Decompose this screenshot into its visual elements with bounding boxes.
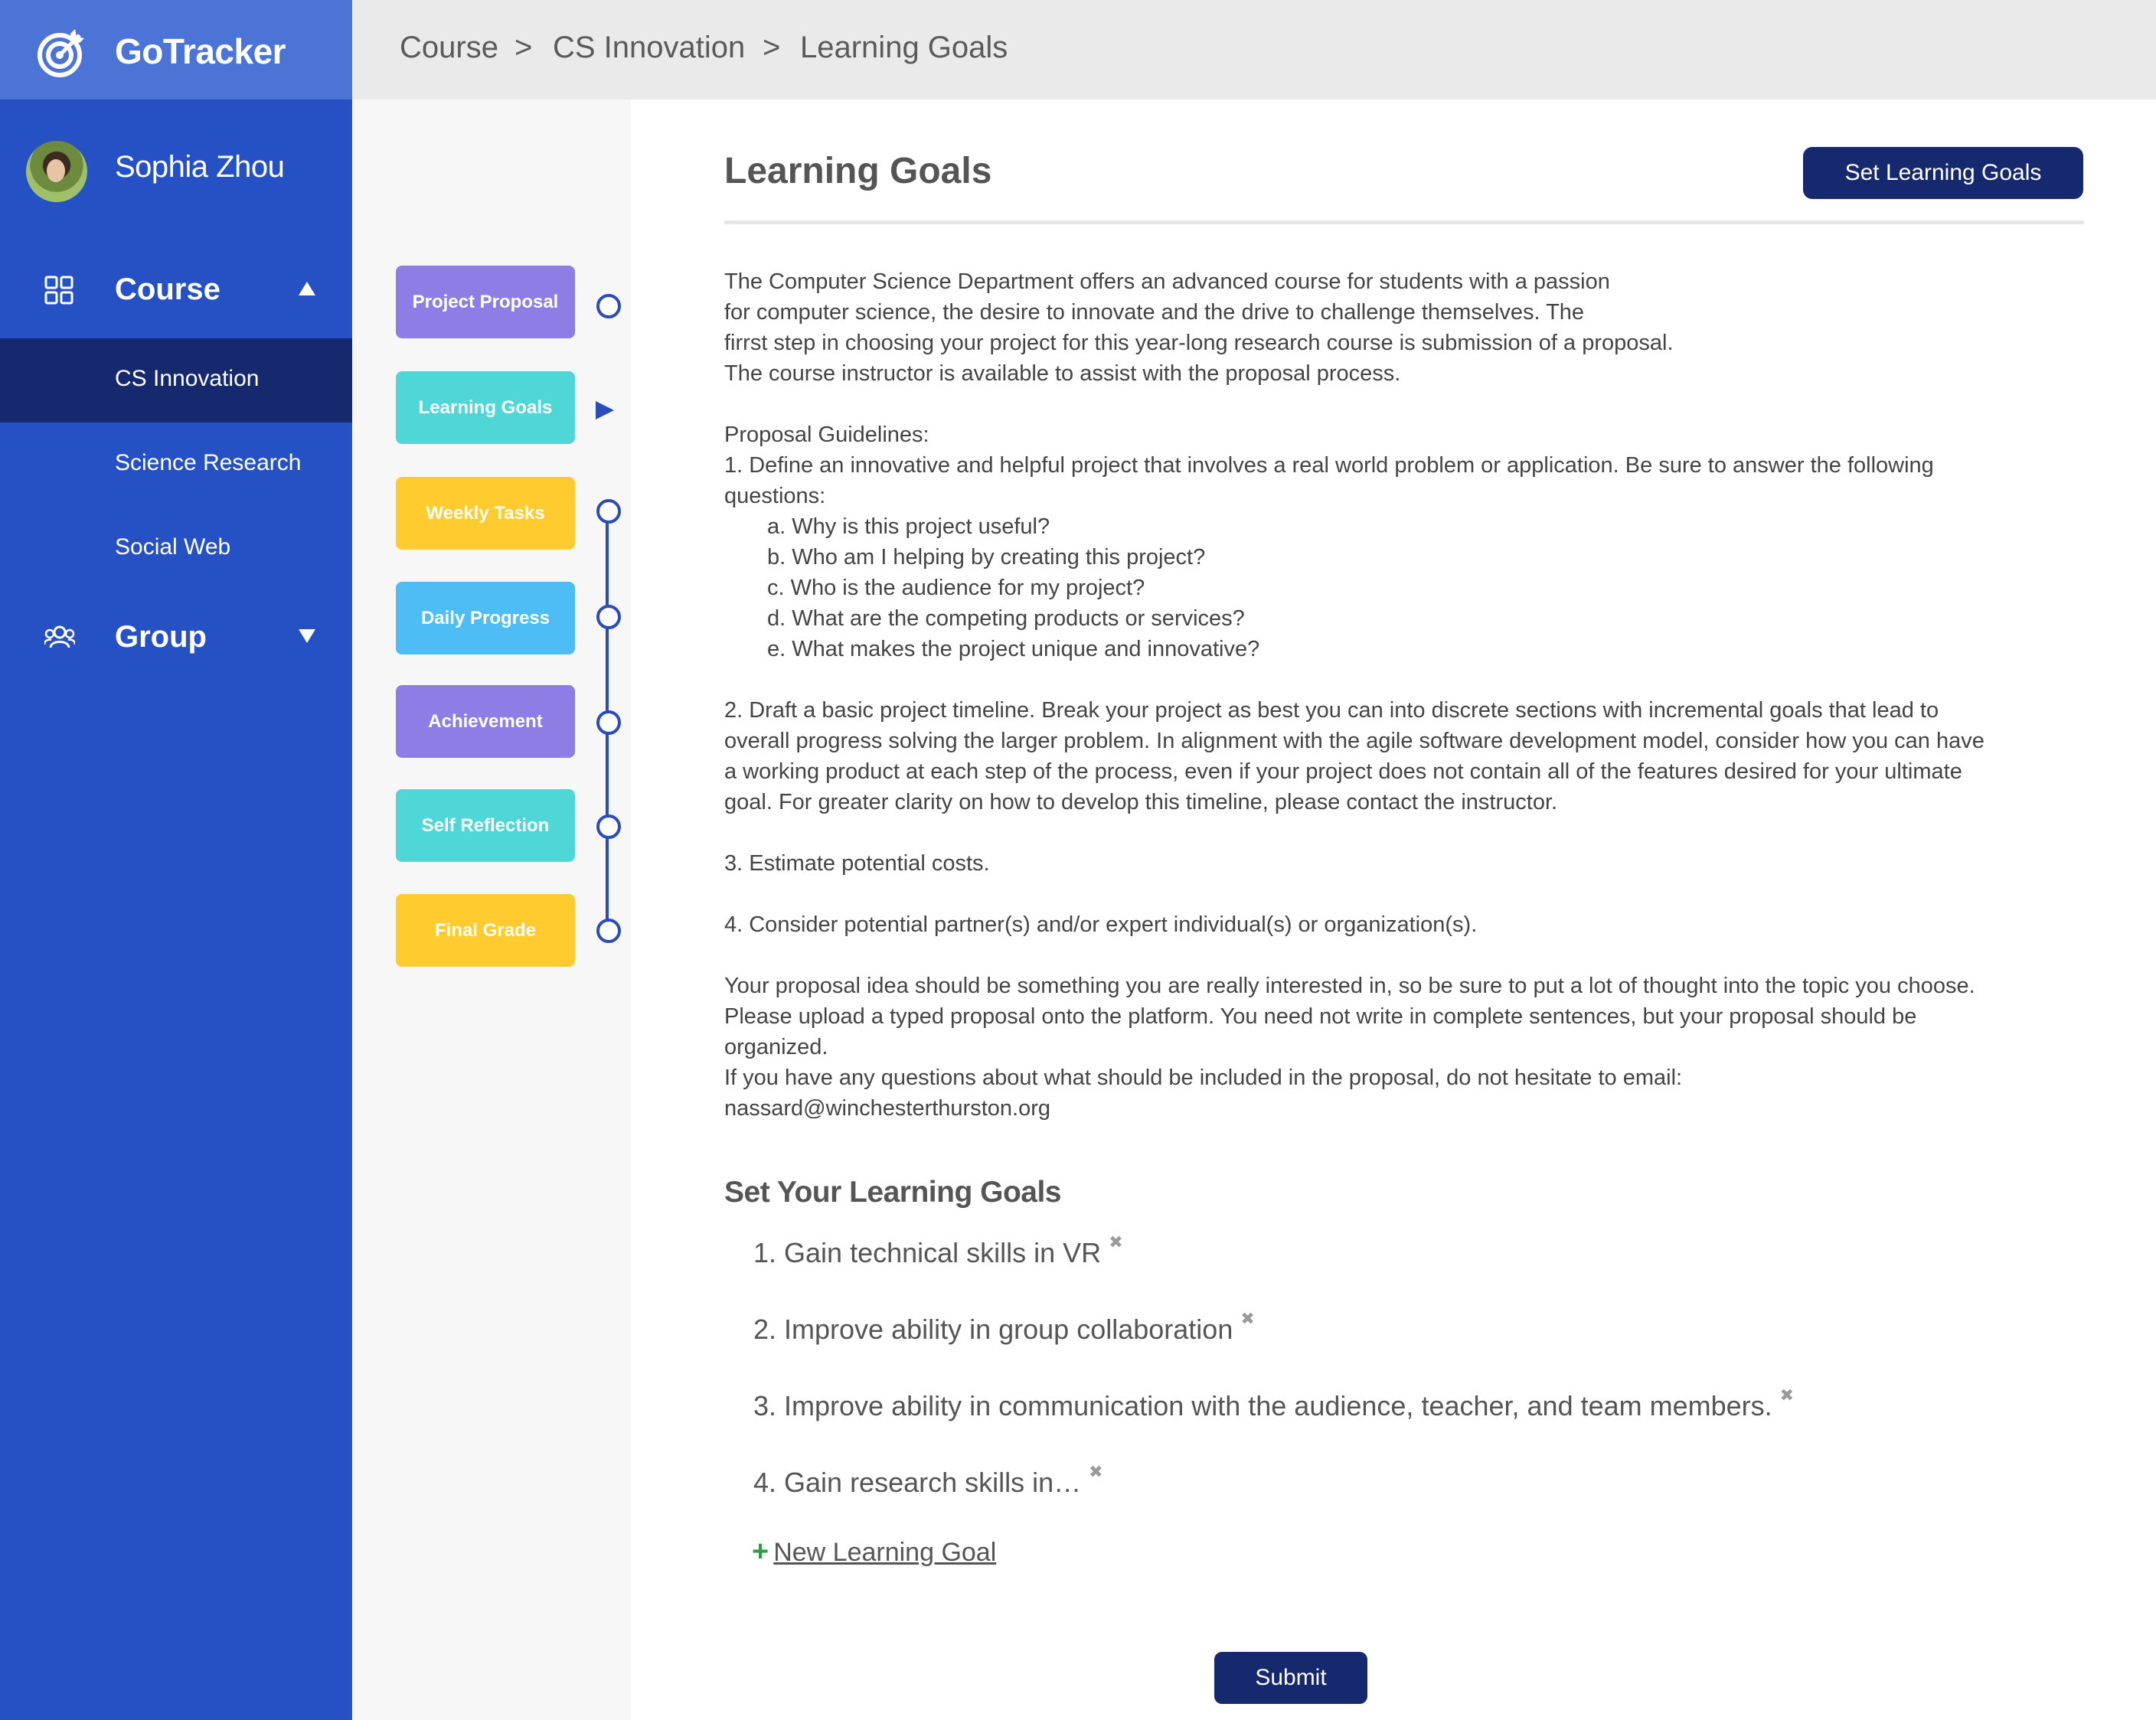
breadcrumb-cs-innovation[interactable]: CS Innovation [553,31,745,65]
description-line: goal. For greater clarity on how to deve… [724,790,1558,814]
remove-goal-icon[interactable]: ✖ [1109,1232,1122,1252]
description-line: 2. Draft a basic project timeline. Break… [724,698,1939,723]
brand-bar[interactable]: GoTracker [0,0,352,100]
remove-goal-icon[interactable]: ✖ [1240,1309,1254,1329]
learning-goal-item[interactable]: 3. Improve ability in communication with… [753,1385,1794,1422]
sidebar-item-label: CS Innovation [115,366,260,391]
breadcrumb-learning-goals: Learning Goals [800,31,1008,64]
plus-icon: + [752,1536,769,1568]
breadcrumb: Course > CS Innovation > Learning Goals [352,0,2156,100]
description-line: The course instructor is available to as… [724,361,1401,386]
description-line: 1. Define an innovative and helpful proj… [724,453,1934,478]
sidebar: GoTracker Sophia Zhou Course CS Innovati… [0,0,352,1720]
description-line: Your proposal idea should be something y… [724,974,1975,998]
sidebar-item-label: Science Research [115,450,302,475]
step-weekly-tasks[interactable]: Weekly Tasks [396,477,575,550]
description-line: for computer science, the desire to inno… [724,300,1585,325]
remove-goal-icon[interactable]: ✖ [1780,1385,1794,1405]
goals-heading: Set Your Learning Goals [724,1176,1062,1209]
breadcrumb-separator: > [763,31,781,64]
description-line [724,879,2095,909]
page-title: Learning Goals [724,151,992,191]
description-line: questions: [724,484,826,508]
timeline-node [596,919,621,943]
sidebar-item-label: Social Web [115,534,231,560]
description-line: c. Who is the audience for my project? [767,576,1145,600]
submit-button[interactable]: Submit [1214,1652,1367,1704]
current-step-arrow-icon [596,401,614,419]
set-learning-goals-button[interactable]: Set Learning Goals [1803,147,2083,199]
description-line: a. Why is this project useful? [767,514,1050,539]
grid-icon [44,276,74,305]
sidebar-item-science-research[interactable]: Science Research [0,423,352,507]
description-line: If you have any questions about what sho… [724,1066,1683,1090]
learning-goal-item[interactable]: 4. Gain research skills in… ✖ [753,1462,1103,1499]
sidebar-course-label: Course [115,273,220,306]
step-final-grade[interactable]: Final Grade [396,894,575,967]
user-profile[interactable]: Sophia Zhou [0,138,352,202]
description-line [724,664,2095,695]
description-line: Proposal Guidelines: [724,423,929,447]
description-line: e. What makes the project unique and inn… [767,637,1260,661]
timeline-node [596,294,621,318]
caret-up-icon [299,282,315,295]
sidebar-item-cs-innovation[interactable]: CS Innovation [0,338,352,423]
learning-goal-item[interactable]: 1. Gain technical skills in VR ✖ [753,1232,1123,1269]
app-name: GoTracker [115,31,286,71]
description-line: 4. Consider potential partner(s) and/or … [724,912,1478,937]
timeline-node [596,499,621,524]
step-learning-goals[interactable]: Learning Goals [396,371,575,444]
avatar [26,141,87,202]
remove-goal-icon[interactable]: ✖ [1089,1462,1102,1482]
sidebar-course-toggle[interactable]: Course [0,259,352,320]
description-line [724,389,2095,419]
step-daily-progress[interactable]: Daily Progress [396,582,575,654]
timeline-node [596,605,621,629]
description-line: overall progress solving the larger prob… [724,729,1984,753]
learning-goal-text[interactable]: 3. Improve ability in communication with… [753,1390,1772,1421]
sidebar-group-label: Group [115,620,207,654]
description-line: 3. Estimate potential costs. [724,851,990,876]
target-logo-icon [38,29,84,77]
description-line: firrst step in choosing your project for… [724,331,1674,355]
title-divider [724,220,2084,224]
description-line [724,940,2095,971]
sidebar-group-toggle[interactable]: Group [0,606,352,667]
description-line: a working product at each step of the pr… [724,759,1962,784]
description-line: d. What are the competing products or se… [767,606,1245,631]
learning-goal-text[interactable]: 4. Gain research skills in… [753,1467,1081,1498]
description-line [724,818,2095,848]
new-learning-goal-label: New Learning Goal [773,1538,997,1567]
email-link[interactable]: nassard@winchesterthurston.org [724,1093,2095,1124]
description-line: Please upload a typed proposal onto the … [724,1004,1917,1029]
learning-goal-item[interactable]: 2. Improve ability in group collaboratio… [753,1309,1255,1346]
new-learning-goal-link[interactable]: + New Learning Goal [752,1536,996,1568]
breadcrumb-course[interactable]: Course [400,31,498,65]
step-project-proposal[interactable]: Project Proposal [396,266,575,338]
caret-down-icon [299,629,315,643]
sidebar-item-social-web[interactable]: Social Web [0,507,352,591]
description-line: organized. [724,1035,828,1059]
description-line: b. Who am I helping by creating this pro… [767,545,1206,570]
step-achievement[interactable]: Achievement [396,685,575,758]
description-line: The Computer Science Department offers a… [724,269,1610,294]
learning-goal-text[interactable]: 2. Improve ability in group collaboratio… [753,1314,1233,1345]
breadcrumb-separator: > [514,31,533,64]
course-description: The Computer Science Department offers a… [724,266,2095,1124]
learning-goal-text[interactable]: 1. Gain technical skills in VR [753,1237,1101,1268]
group-users-icon [44,625,75,648]
timeline-node [596,710,621,735]
user-name: Sophia Zhou [115,150,285,184]
timeline-node [596,814,621,839]
step-self-reflection[interactable]: Self Reflection [396,789,575,862]
